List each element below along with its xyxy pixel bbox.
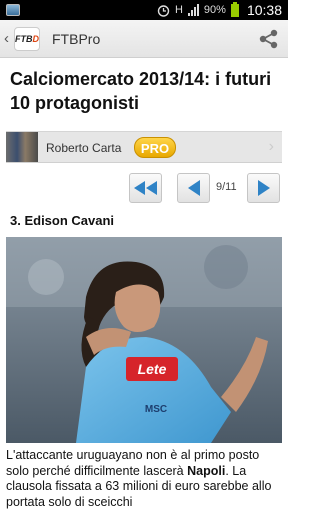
app-title: FTBPro bbox=[52, 31, 101, 47]
page-indicator: 9/11 bbox=[216, 181, 237, 193]
logo-text: FTB bbox=[15, 34, 33, 44]
back-chevron-icon[interactable]: ‹ bbox=[4, 30, 9, 47]
app-logo[interactable]: FTBD bbox=[14, 27, 40, 51]
article-photo: Lete MSC bbox=[6, 237, 282, 443]
left-arrow-icon bbox=[187, 180, 200, 196]
alarm-icon bbox=[157, 4, 170, 17]
author-name: Roberto Carta bbox=[46, 141, 122, 155]
article-body: L'attaccante uruguayano non è al primo p… bbox=[6, 448, 282, 510]
chevron-right-icon: › bbox=[268, 138, 274, 155]
clock: 10:38 bbox=[246, 2, 282, 18]
next-page-button[interactable] bbox=[247, 173, 280, 203]
body-bold-text: Napoli bbox=[187, 463, 226, 478]
shirt-sponsor-text: Lete bbox=[138, 361, 167, 377]
section-title: 3. Edison Cavani bbox=[10, 213, 115, 228]
action-bar: ‹ FTBD FTBPro bbox=[0, 20, 288, 58]
logo-accent-text: D bbox=[32, 34, 40, 44]
shirt-logo-text: MSC bbox=[145, 404, 167, 415]
status-bar: H 90% 10:38 bbox=[0, 0, 288, 20]
pro-badge: PRO bbox=[134, 137, 176, 158]
share-icon[interactable] bbox=[258, 28, 280, 50]
signal-icon bbox=[187, 4, 199, 16]
right-arrow-icon bbox=[257, 180, 270, 196]
network-type: H bbox=[174, 4, 183, 16]
author-avatar bbox=[6, 132, 38, 162]
previous-page-button[interactable] bbox=[177, 173, 210, 203]
battery-icon bbox=[230, 1, 239, 17]
first-page-button[interactable] bbox=[129, 173, 162, 203]
article-headline: Calciomercato 2013/14: i futuri 10 prota… bbox=[10, 69, 272, 113]
double-left-arrow-icon bbox=[133, 181, 157, 195]
battery-percent: 90% bbox=[203, 4, 226, 16]
author-row[interactable]: Roberto Carta PRO › bbox=[6, 131, 282, 163]
status-icons: H 90% 10:38 bbox=[157, 0, 282, 20]
gallery-notification-icon bbox=[6, 4, 20, 16]
